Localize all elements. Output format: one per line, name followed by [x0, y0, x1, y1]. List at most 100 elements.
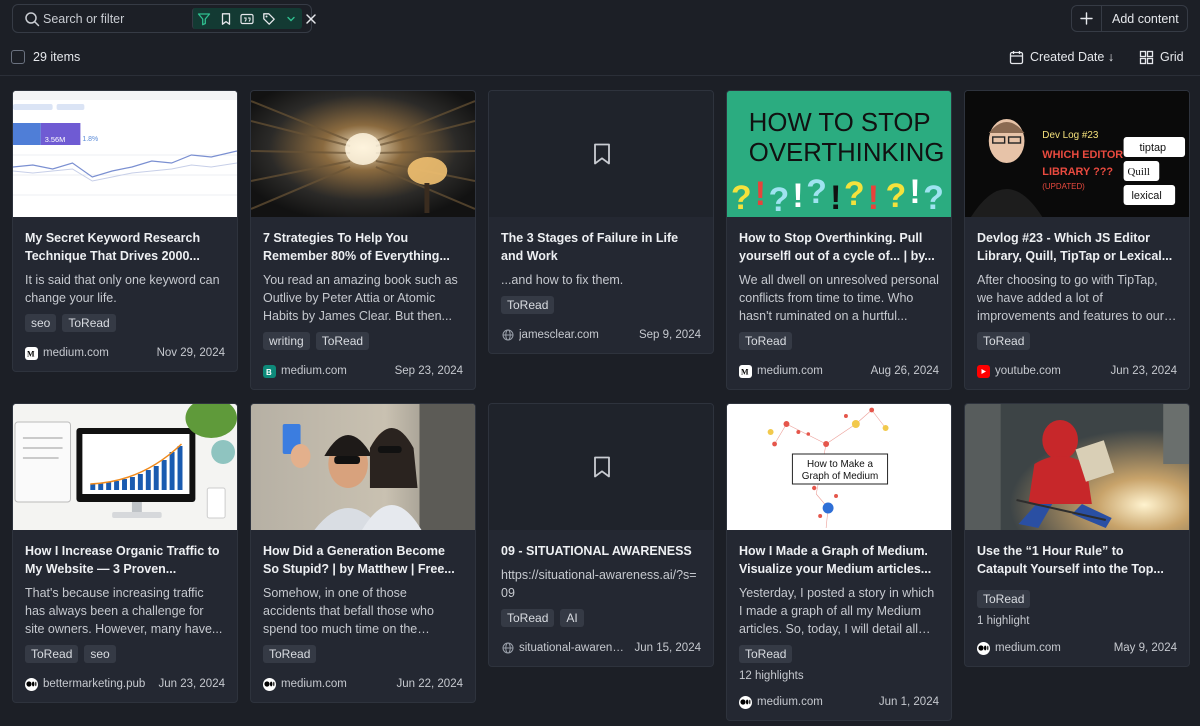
sort-label: Created Date ↓ [1030, 50, 1115, 64]
tag[interactable]: ToRead [501, 296, 555, 314]
tag-filter-button[interactable] [258, 8, 280, 29]
content-card[interactable]: 3.56M 1.8% My Secret Keyword Research Te… [12, 90, 238, 372]
dashboard-pct: 1.8% [82, 136, 98, 143]
card-title: How to Stop Overthinking. Pull yourselfl… [739, 231, 935, 263]
add-content-button[interactable]: Add content [1071, 5, 1188, 32]
card-title: My Secret Keyword Research Technique Tha… [25, 231, 201, 263]
card-date: May 9, 2024 [1113, 642, 1177, 654]
card-title: How I Increase Organic Traffic to My Web… [25, 544, 220, 576]
view-mode-button[interactable]: Grid [1139, 47, 1184, 67]
card-thumbnail: Dev Log #23 WHICH EDITOR LIBRARY ??? (UP… [965, 91, 1189, 217]
tag-icon [263, 12, 276, 25]
clear-search-button[interactable] [302, 10, 320, 28]
content-card[interactable]: The 3 Stages of Failure in Life and Work… [488, 90, 714, 354]
thumb-graph-title-2: Graph of Medium [802, 471, 878, 482]
medium-icon: M [739, 364, 752, 378]
medium-dots-icon [25, 677, 38, 691]
card-description: We all dwell on unresolved personal conf… [739, 273, 939, 323]
quote-icon [240, 13, 255, 24]
content-card[interactable]: How to Make a Graph of Medium How I Made… [726, 403, 952, 721]
svg-text:?: ? [806, 173, 827, 211]
card-domain: youtube.com [995, 365, 1061, 377]
thumb-text-devlog: Dev Log #23 [1042, 130, 1099, 141]
card-title: 7 Strategies To Help You Remember 80% of… [263, 231, 450, 263]
card-domain: medium.com [757, 696, 823, 708]
svg-text:!: ! [830, 179, 841, 217]
card-thumbnail [13, 404, 237, 530]
card-date: Jun 23, 2024 [1110, 365, 1177, 377]
card-date: Nov 29, 2024 [156, 347, 225, 359]
top-toolbar: Add content [0, 0, 1200, 38]
grid-icon [1139, 50, 1154, 64]
card-title: Use the “1 Hour Rule” to Catapult Yourse… [977, 544, 1164, 576]
plus-icon [1072, 6, 1102, 31]
graph-image: How to Make a Graph of Medium [727, 404, 951, 530]
card-title: The 3 Stages of Failure in Life and Work [501, 231, 679, 263]
quote-filter-button[interactable] [237, 8, 259, 29]
tag[interactable]: ToRead [977, 332, 1031, 350]
content-card[interactable]: Dev Log #23 WHICH EDITOR LIBRARY ??? (UP… [964, 90, 1190, 390]
thumb-graph-title-1: How to Make a [807, 459, 873, 470]
card-date: Jun 23, 2024 [158, 678, 225, 690]
card-domain: medium.com [43, 347, 109, 359]
tag[interactable]: ToRead [739, 645, 793, 663]
card-domain: medium.com [995, 642, 1061, 654]
card-domain: medium.com [281, 365, 347, 377]
card-thumbnail: 3.56M 1.8% [13, 91, 237, 217]
tag[interactable]: ToRead [263, 645, 317, 663]
content-card[interactable]: HOW TO STOP OVERTHINKING ? ! ? ! ? ! ? !… [726, 90, 952, 390]
card-domain: bettermarketing.pub [43, 678, 146, 690]
tag[interactable]: seo [25, 314, 57, 332]
filter-dropdown-button[interactable] [280, 8, 302, 29]
svg-text:?: ? [731, 179, 752, 217]
card-thumbnail [489, 404, 713, 530]
tag[interactable]: ToRead [62, 314, 116, 332]
tag[interactable]: AI [560, 609, 584, 627]
card-description: Somehow, in one of those accidents that … [263, 586, 434, 636]
svg-text:!: ! [909, 173, 920, 211]
svg-text:M: M [27, 350, 35, 358]
card-description: Yesterday, I posted a story in which I m… [739, 586, 935, 636]
tag[interactable]: writing [263, 332, 310, 350]
library-tunnel-image [251, 91, 475, 217]
calendar-icon [1009, 50, 1024, 64]
highlights-count: 12 highlights [739, 670, 804, 682]
bookmark-placeholder-icon [594, 143, 610, 165]
card-thumbnail [251, 404, 475, 530]
tag[interactable]: ToRead [25, 645, 79, 663]
dashboard-value: 3.56M [45, 135, 66, 144]
bookmark-placeholder-icon [594, 456, 610, 478]
card-date: Jun 1, 2024 [878, 696, 939, 708]
content-card[interactable]: Use the “1 Hour Rule” to Catapult Yourse… [964, 403, 1190, 667]
card-date: Sep 23, 2024 [394, 365, 463, 377]
thumb-text-quill: Quill [1128, 166, 1150, 178]
thumb-text-editor: WHICH EDITOR [1042, 149, 1123, 161]
tag[interactable]: ToRead [739, 332, 793, 350]
tag[interactable]: ToRead [977, 590, 1031, 608]
content-card[interactable]: How I Increase Organic Traffic to My Web… [12, 403, 238, 703]
search-input[interactable] [43, 9, 189, 28]
select-all-checkbox[interactable] [11, 50, 25, 64]
youtube-icon [977, 364, 990, 378]
tag[interactable]: seo [84, 645, 116, 663]
svg-text:?: ? [844, 175, 865, 213]
content-card[interactable]: 7 Strategies To Help You Remember 80% of… [250, 90, 476, 390]
bookmark-filter-button[interactable] [215, 8, 237, 29]
thumb-text-updated: (UPDATED) [1042, 182, 1085, 191]
card-title: Devlog #23 - Which JS Editor Library, Qu… [977, 231, 1173, 263]
medium-dots-icon [263, 677, 276, 691]
card-date: Sep 9, 2024 [638, 329, 701, 341]
card-domain: jamesclear.com [519, 329, 599, 341]
content-card[interactable]: How Did a Generation Become So Stupid? |… [250, 403, 476, 703]
tag[interactable]: ToRead [315, 332, 370, 350]
tag[interactable]: ToRead [501, 609, 555, 627]
svg-text:!: ! [755, 175, 766, 213]
overthinking-image: HOW TO STOP OVERTHINKING ? ! ? ! ? ! ? !… [727, 91, 951, 217]
desk-monitor-image [13, 404, 237, 530]
filter-button[interactable] [193, 8, 215, 29]
close-icon [306, 14, 316, 24]
card-description: That's because increasing traffic has al… [25, 586, 223, 636]
sort-button[interactable]: Created Date ↓ [1009, 47, 1114, 67]
card-title: How Did a Generation Become So Stupid? |… [263, 544, 455, 576]
content-card[interactable]: 09 - SITUATIONAL AWARENESS https://situa… [488, 403, 714, 667]
